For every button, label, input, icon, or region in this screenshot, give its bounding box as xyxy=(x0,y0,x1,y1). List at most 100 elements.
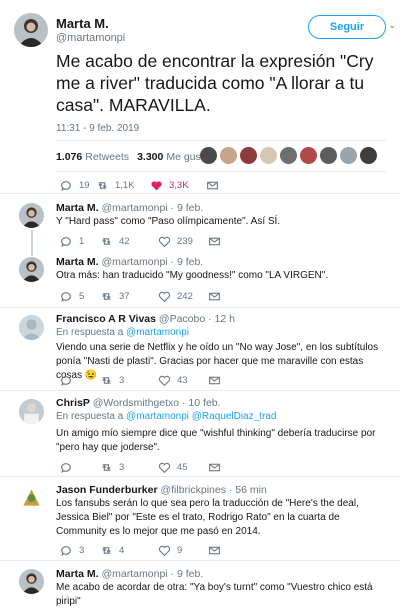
author-handle[interactable]: @martamonpi · 9 feb. xyxy=(102,202,204,214)
tweet-timestamp[interactable]: 11:31 - 9 feb. 2019 xyxy=(56,123,139,134)
engagement-stats: 1.076 Retweets 3.300 Me gusta xyxy=(56,151,210,163)
author-handle[interactable]: @martamonpi · 9 feb. xyxy=(102,568,204,580)
main-tweet: Marta M. @martamonpi Seguir ⌄ Me acabo d… xyxy=(0,0,400,193)
thread-line xyxy=(31,250,33,256)
like-action[interactable]: 239 xyxy=(158,235,208,248)
divider xyxy=(56,171,386,172)
retweet-action[interactable]: 3 xyxy=(100,374,158,387)
envelope-icon xyxy=(209,292,220,301)
heart-icon xyxy=(158,236,171,248)
reply-icon xyxy=(61,376,71,387)
reply-header: Francisco A R Vivas @Pacobo · 12 h xyxy=(56,313,235,325)
like-action[interactable]: 45 xyxy=(158,461,208,474)
avatar[interactable] xyxy=(300,147,317,164)
reply-text: Y "Hard pass" como "Paso olímpicamente".… xyxy=(56,216,281,227)
heart-icon xyxy=(151,181,162,191)
envelope-icon xyxy=(209,237,220,246)
like-action[interactable]: 43 xyxy=(158,374,208,387)
like-count[interactable]: 3.300 xyxy=(137,151,163,163)
avatar[interactable] xyxy=(19,203,44,228)
reply-action[interactable]: 3 xyxy=(60,544,100,557)
reply-tweet[interactable]: Marta M. @martamonpi · 9 feb. Otra más: … xyxy=(0,250,400,307)
reply-tweet[interactable]: Marta M. @martamonpi · 9 feb. Y "Hard pa… xyxy=(0,193,400,251)
reply-action[interactable] xyxy=(60,461,100,474)
author-name[interactable]: ChrisP xyxy=(56,397,90,409)
reply-icon xyxy=(61,292,71,303)
reply-tweet[interactable]: Francisco A R Vivas @Pacobo · 12 h En re… xyxy=(0,307,400,390)
retweet-count[interactable]: 1.076 xyxy=(56,151,82,163)
mention-link[interactable]: @martamonpi @RaquelDiaz_trad xyxy=(126,411,276,422)
avatar[interactable] xyxy=(19,257,44,282)
author-name[interactable]: Marta M. xyxy=(56,16,109,31)
retweet-action[interactable]: 37 xyxy=(100,290,158,303)
author-handle[interactable]: @martamonpi · 9 feb. xyxy=(102,256,204,268)
message-action[interactable] xyxy=(208,544,227,557)
tweet-actions: 5 37 242 xyxy=(60,290,227,303)
like-action[interactable]: 3,3K xyxy=(150,179,206,192)
author-name[interactable]: Jason Funderburker xyxy=(56,484,158,496)
author-name[interactable]: Francisco A R Vivas xyxy=(56,313,156,325)
reply-action[interactable]: 1 xyxy=(60,235,100,248)
author-handle[interactable]: @Wordsmithgetxo · 10 feb. xyxy=(93,397,221,409)
author-name[interactable]: Marta M. xyxy=(56,256,99,268)
tweet-actions: 1 42 239 xyxy=(60,235,227,248)
author-name[interactable]: Marta M. xyxy=(56,202,99,214)
thread-line xyxy=(31,230,33,251)
message-action[interactable] xyxy=(208,374,227,387)
message-action[interactable] xyxy=(208,235,227,248)
retweet-icon xyxy=(98,182,107,189)
avatar[interactable] xyxy=(19,399,44,424)
reply-header: ChrisP @Wordsmithgetxo · 10 feb. xyxy=(56,397,221,409)
message-action[interactable] xyxy=(206,179,225,192)
caret-down-icon[interactable]: ⌄ xyxy=(388,20,396,31)
reply-action[interactable]: 5 xyxy=(60,290,100,303)
retweet-icon xyxy=(102,293,111,300)
avatar[interactable] xyxy=(14,13,48,47)
envelope-icon xyxy=(209,376,220,385)
avatar[interactable] xyxy=(340,147,357,164)
reply-tweet[interactable]: ChrisP @Wordsmithgetxo · 10 feb. En resp… xyxy=(0,390,400,476)
author-handle[interactable]: @Pacobo · 12 h xyxy=(159,313,235,325)
reply-action[interactable]: 19 xyxy=(60,179,96,192)
author-handle[interactable]: @martamonpi xyxy=(56,32,125,44)
heart-icon xyxy=(158,291,171,303)
reply-header: Marta M. @martamonpi · 9 feb. xyxy=(56,256,203,268)
tweet-actions: 3 43 xyxy=(60,374,227,387)
follow-button[interactable]: Seguir xyxy=(308,15,386,39)
mention-link[interactable]: @martamonpi xyxy=(126,327,189,338)
avatar[interactable] xyxy=(260,147,277,164)
message-action[interactable] xyxy=(208,290,227,303)
retweet-icon xyxy=(102,547,111,554)
avatar[interactable] xyxy=(200,147,217,164)
tweet-actions: 19 1,1K 3,3K xyxy=(60,179,225,192)
retweet-action[interactable]: 3 xyxy=(100,461,158,474)
tweet-actions: 3 45 xyxy=(60,461,227,474)
author-handle[interactable]: @filbrickpines · 56 min xyxy=(160,484,266,496)
retweet-action[interactable]: 1,1K xyxy=(96,179,150,192)
avatar[interactable] xyxy=(19,315,44,340)
reply-icon xyxy=(61,546,71,557)
avatar[interactable] xyxy=(220,147,237,164)
retweet-action[interactable]: 4 xyxy=(100,544,158,557)
reply-action[interactable] xyxy=(60,374,100,387)
reply-text: Otra más: han traducido "My goodness!" c… xyxy=(56,270,329,281)
avatar[interactable] xyxy=(19,485,44,510)
avatar[interactable] xyxy=(360,147,377,164)
avatar[interactable] xyxy=(320,147,337,164)
envelope-icon xyxy=(209,463,220,472)
like-action[interactable]: 9 xyxy=(158,544,208,557)
retweet-action[interactable]: 42 xyxy=(100,235,158,248)
reply-tweet[interactable]: Jason Funderburker @filbrickpines · 56 m… xyxy=(0,476,400,560)
like-action[interactable]: 242 xyxy=(158,290,208,303)
retweet-icon xyxy=(102,464,111,471)
retweet-icon xyxy=(102,238,111,245)
reply-tweet[interactable]: Marta M. @martamonpi · 9 feb. Me acabo d… xyxy=(0,560,400,616)
avatar[interactable] xyxy=(19,569,44,594)
avatar[interactable] xyxy=(280,147,297,164)
message-action[interactable] xyxy=(208,461,227,474)
author-name[interactable]: Marta M. xyxy=(56,568,99,580)
reply-header: Jason Funderburker @filbrickpines · 56 m… xyxy=(56,484,267,496)
avatar[interactable] xyxy=(240,147,257,164)
retweets-label[interactable]: Retweets xyxy=(85,151,129,163)
reply-icon xyxy=(61,463,71,474)
